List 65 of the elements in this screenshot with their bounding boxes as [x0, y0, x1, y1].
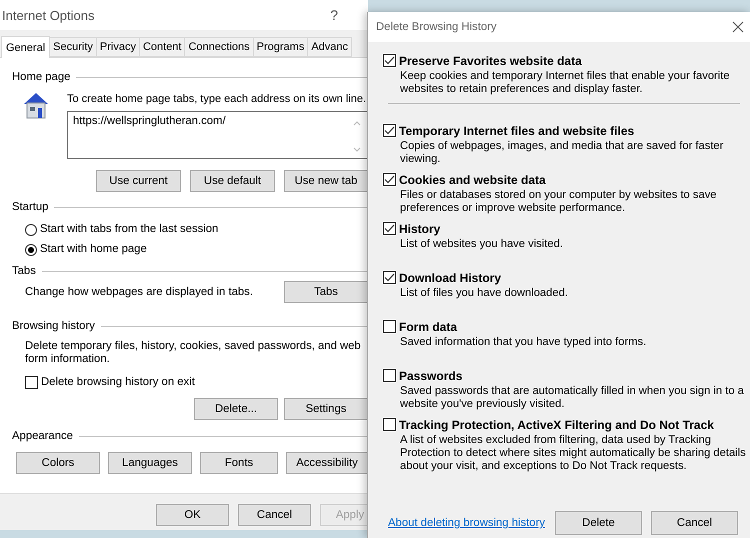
history-description: Delete temporary files, history, cookies, saved passwords, and web form information. [25, 340, 362, 366]
radio-button[interactable] [25, 224, 37, 236]
option-title: Tracking Protection, ActiveX Filtering and Do Not Track [399, 418, 715, 432]
tab[interactable]: Connections [184, 37, 254, 57]
group-heading: Startup [12, 201, 48, 213]
option-title: Preserve Favorites website data [399, 54, 583, 68]
checkbox[interactable] [383, 124, 396, 137]
radio-label: Start with tabs from the last session [40, 223, 218, 236]
checkbox[interactable] [383, 369, 396, 382]
tab[interactable]: Privacy [96, 37, 140, 57]
option-title: Passwords [399, 369, 464, 383]
radio-button[interactable] [25, 244, 37, 256]
tab[interactable]: Security [49, 37, 97, 57]
dialog-button[interactable]: Delete [555, 511, 642, 535]
option-title: Download History [399, 271, 502, 285]
option-title: History [399, 222, 442, 236]
dialog-button[interactable]: Cancel [238, 504, 311, 526]
checkbox-label: Delete browsing history on exit [41, 376, 195, 389]
home-page-field[interactable]: https://wellspringlutheran.com/ [67, 111, 368, 159]
checkbox[interactable] [383, 173, 396, 186]
window-title: Internet Options [2, 8, 94, 22]
tab[interactable]: Programs [252, 37, 308, 57]
group-heading: Browsing history [12, 320, 95, 332]
option-description: Keep cookies and temporary Internet files that enable your favorite websites to retain preferences and display faster. [399, 70, 731, 96]
option-description: Copies of webpages, images, and media that are saved for faster viewing. [399, 140, 724, 166]
dialog-button[interactable]: Cancel [651, 511, 738, 535]
option-description: A list of websites excluded from filtering, data used by Tracking Protection to detect where sites might automatically be sharing details about your visit, and exceptions to Do Not Track requests. [399, 434, 747, 473]
help-button[interactable]: ? [330, 7, 338, 23]
option-title: Temporary Internet files and website files [399, 124, 636, 138]
appearance-button[interactable]: Fonts [200, 452, 278, 474]
home-page-button[interactable]: Use current [96, 170, 181, 192]
option-description: List of websites you have visited. [399, 238, 564, 251]
tabs-button[interactable]: Tabs [284, 281, 368, 303]
dialog-button[interactable]: OK [156, 504, 229, 526]
checkbox[interactable] [383, 222, 396, 235]
option-title: Cookies and website data [399, 173, 547, 187]
dialog-title: Delete Browsing History [376, 20, 497, 34]
radio-label: Start with home page [40, 243, 147, 256]
option-description: List of files you have downloaded. [399, 287, 569, 300]
option-title: Form data [399, 320, 458, 334]
checkbox[interactable] [25, 376, 38, 389]
history-button[interactable]: Delete... [194, 398, 278, 420]
appearance-button[interactable]: Accessibility [286, 452, 368, 474]
tabs-description: Change how webpages are displayed in tabs. [25, 286, 253, 298]
checkbox[interactable] [383, 320, 396, 333]
tab[interactable]: General [1, 36, 50, 58]
home-page-button[interactable]: Use new tab [284, 170, 368, 192]
option-description: Saved passwords that are automatically filled in when you sign in to a website you've previously visited. [399, 385, 745, 411]
checkbox[interactable] [383, 271, 396, 284]
appearance-button[interactable]: Colors [16, 452, 100, 474]
option-description: Files or databases stored on your computer by websites to save preferences or improve website performance. [399, 189, 718, 215]
group-heading: Home page [12, 71, 70, 83]
option-description: Saved information that you have typed into forms. [399, 336, 648, 349]
hint-text: To create home page tabs, type each address on its own line. [67, 93, 368, 106]
close-icon[interactable] [732, 21, 744, 33]
help-link[interactable]: About deleting browsing history [388, 517, 545, 529]
tab[interactable]: Content [138, 37, 186, 57]
checkbox[interactable] [383, 418, 396, 431]
appearance-button[interactable]: Languages [108, 452, 192, 474]
history-button[interactable]: Settings [284, 398, 368, 420]
group-heading: Appearance [12, 430, 73, 442]
group-heading: Tabs [12, 265, 36, 277]
tab[interactable]: Advanc [307, 37, 352, 57]
checkbox[interactable] [383, 54, 396, 67]
home-page-button[interactable]: Use default [190, 170, 275, 192]
